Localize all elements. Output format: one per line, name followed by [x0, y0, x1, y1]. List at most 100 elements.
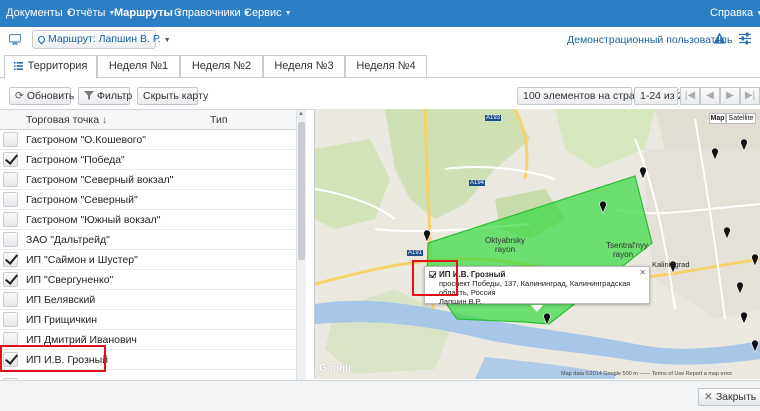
bottom-bar: ✕ Закрыть	[0, 380, 760, 411]
row-checkbox[interactable]	[3, 212, 18, 227]
refresh-button[interactable]: ⟳ Обновить	[9, 87, 74, 105]
row-checkbox[interactable]	[3, 352, 18, 367]
road-label-a194: A194	[469, 180, 486, 186]
sub-header: Маршрут: Лапшин В. Р. ▼ Демонстрационный …	[0, 27, 760, 53]
table-row[interactable]: ИП "Свергуненко"	[0, 270, 296, 290]
nav-item-reports[interactable]: Отчёты ▼	[67, 7, 115, 19]
table-row[interactable]: ИП "Саймон и Шустер"	[0, 250, 296, 270]
last-page-icon: ▶|	[744, 90, 756, 101]
popup-title: ИП И.В. Грозный	[439, 270, 506, 279]
row-label: ИП И.В. Грозный	[26, 354, 108, 366]
first-page-icon: |◀	[684, 90, 696, 101]
map-pin-icon	[36, 34, 47, 45]
table-row[interactable]: ЗАО "Дальтрейд"	[0, 230, 296, 250]
road-label-a191: A191	[407, 250, 424, 256]
row-label: Гастроном "Южный вокзал"	[26, 214, 161, 226]
table-row[interactable]: Гастроном "Победа"	[0, 150, 296, 170]
page-range: 1-24 из 24	[634, 87, 689, 105]
current-user-link[interactable]: Демонстрационный пользователь	[567, 34, 732, 46]
row-label: ИП "Саймон и Шустер"	[26, 254, 138, 266]
popup-tail	[531, 305, 543, 312]
nav-item-routes[interactable]: Маршруты ▼	[114, 7, 183, 19]
outlet-table: Торговая точка ↓ Тип Гастроном "О.Кошево…	[0, 109, 314, 382]
table-row[interactable]: Гастроном "Северный вокзал"	[0, 170, 296, 190]
prev-page-icon: ◀	[706, 90, 714, 101]
route-select[interactable]: Маршрут: Лапшин В. Р. ▼	[32, 30, 171, 49]
map-label-tsentralny: Tsentral'nyy	[606, 241, 648, 250]
close-icon: ✕	[704, 391, 713, 403]
column-header-outlet[interactable]: Торговая точка ↓	[26, 114, 107, 126]
toolbar: ⟳ Обновить Фильтр Скрыть карту 100 элемен…	[0, 79, 760, 108]
row-checkbox[interactable]	[3, 172, 18, 187]
map-type-satellite-button[interactable]: Satellite	[726, 113, 756, 124]
settings-sliders-icon[interactable]	[739, 32, 751, 48]
tab-territory[interactable]: Территория	[4, 55, 97, 79]
row-checkbox[interactable]	[3, 252, 18, 267]
top-navigation: Документы ▼ Отчёты ▼ Маршруты ▼ Справочники…	[0, 0, 760, 27]
table-row[interactable]: Гастроном "Северный"	[0, 190, 296, 210]
row-label: ИП Дмитрий Иванович	[26, 334, 137, 346]
popup-checkbox[interactable]	[429, 271, 436, 278]
last-page-button[interactable]: ▶|	[740, 87, 760, 105]
table-row[interactable]: ИП Белявский	[0, 290, 296, 310]
tab-week-4[interactable]: Неделя №4	[345, 55, 427, 77]
nav-item-documents[interactable]: Документы ▼	[6, 7, 73, 19]
row-label: ИП "Свергуненко"	[26, 274, 114, 286]
hide-map-button[interactable]: Скрыть карту	[137, 87, 208, 105]
tab-week-1[interactable]: Неделя №1	[97, 55, 180, 77]
filter-icon	[84, 89, 94, 105]
chevron-down-icon: ▼	[163, 37, 171, 44]
map-canvas[interactable]	[315, 109, 760, 379]
row-checkbox[interactable]	[3, 312, 18, 327]
row-label: Гастроном "О.Кошевого"	[26, 134, 146, 146]
map-view[interactable]: Map Satellite Oktyabrsky rayon Tsentral'…	[314, 109, 760, 379]
popup-address: проспект Победы, 137, Калининград, Калин…	[439, 279, 631, 297]
row-label: Гастроном "Победа"	[26, 154, 125, 166]
close-icon[interactable]: ✕	[639, 268, 646, 277]
row-checkbox[interactable]	[3, 232, 18, 247]
prev-page-button[interactable]: ◀	[700, 87, 720, 105]
row-checkbox[interactable]	[3, 332, 18, 347]
tab-week-2[interactable]: Неделя №2	[180, 55, 263, 77]
chevron-down-icon: ▼	[756, 10, 760, 17]
sort-arrow-icon: ↓	[101, 114, 108, 126]
nav-item-help[interactable]: Справка ▼	[710, 7, 760, 19]
map-label-oktyabrsky-rayon: rayon	[495, 245, 516, 254]
row-checkbox[interactable]	[3, 192, 18, 207]
map-info-popup: ✕ ИП И.В. Грозный проспект Победы, 137, …	[424, 266, 650, 312]
next-page-button[interactable]: ▶	[720, 87, 740, 105]
table-row[interactable]: ИП Дмитрий Иванович	[0, 330, 296, 350]
table-row[interactable]: ИП И.В. Грозный	[0, 350, 296, 370]
row-checkbox[interactable]	[3, 292, 18, 307]
close-button[interactable]: ✕ Закрыть	[698, 388, 760, 406]
row-checkbox[interactable]	[3, 272, 18, 287]
monitor-icon[interactable]	[8, 33, 22, 48]
map-label-kaliningrad: Kaliningrad	[652, 260, 690, 269]
row-label: Гастроном "Северный"	[26, 194, 138, 206]
table-row[interactable]: ИП Грищичкин	[0, 310, 296, 330]
row-label: ИП Белявский	[26, 294, 96, 306]
table-row[interactable]: Гастроном "О.Кошевого"	[0, 130, 296, 150]
table-scrollbar[interactable]: ▲	[296, 110, 306, 382]
filter-button[interactable]: Фильтр	[78, 87, 132, 105]
table-row[interactable]: Гастроном "Южный вокзал"	[0, 210, 296, 230]
tab-week-3[interactable]: Неделя №3	[263, 55, 345, 77]
scrollbar-thumb[interactable]	[298, 122, 305, 260]
first-page-button[interactable]: |◀	[680, 87, 700, 105]
map-type-map-button[interactable]: Map	[709, 113, 726, 124]
row-checkbox[interactable]	[3, 132, 18, 147]
road-label-a193: A193	[485, 115, 502, 121]
map-attribution[interactable]: Map data ©2014 Google 500 m —— Terms of …	[561, 371, 732, 377]
nav-item-service[interactable]: Сервис ▼	[244, 7, 292, 19]
scroll-up-icon[interactable]: ▲	[298, 111, 304, 117]
page-size-select[interactable]: 100 элементов на странице	[517, 87, 658, 105]
table-header: Торговая точка ↓ Тип	[0, 110, 296, 130]
warning-icon[interactable]	[713, 32, 726, 47]
list-icon	[13, 57, 23, 78]
column-header-type[interactable]: Тип	[210, 114, 228, 126]
row-checkbox[interactable]	[3, 152, 18, 167]
google-logo: Google	[319, 363, 354, 374]
refresh-icon: ⟳	[15, 90, 24, 102]
nav-item-references[interactable]: Справочники ▼	[174, 7, 251, 19]
row-label: ИП Грищичкин	[26, 314, 98, 326]
